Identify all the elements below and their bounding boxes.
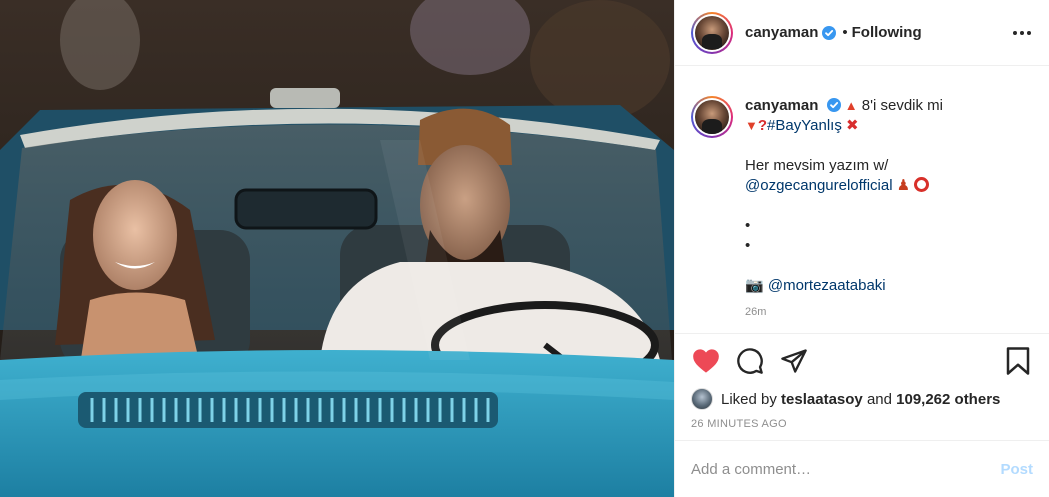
red-circle-icon <box>914 177 930 192</box>
likes-and: and <box>866 390 892 408</box>
post-side-panel: canyaman • Following canyaman ▲ 8'i sevd… <box>674 0 1049 497</box>
caption-time: 26m <box>745 306 767 318</box>
red-question-icon: ? <box>757 117 768 134</box>
liker-username[interactable]: teslaatasoy <box>781 391 863 408</box>
caption-line3: Her mevsim yazım w/ <box>745 157 889 174</box>
caption-line1: 8'i sevdik mi <box>861 97 943 114</box>
photo-convertible-car-illustration <box>0 0 674 497</box>
camera-icon: 📷 <box>745 277 764 294</box>
post-timestamp[interactable]: 26 MINUTES AGO <box>675 410 1049 440</box>
mention-link[interactable]: @ozgecangurelofficial <box>745 177 893 194</box>
hashtag-link[interactable]: #BayYanlış <box>767 117 842 134</box>
caption-body: canyaman ▲ 8'i sevdik mi ▼?#BayYanlış ✖ … <box>745 96 1033 322</box>
verified-badge-icon <box>822 25 837 40</box>
likes-count[interactable]: 109,262 others <box>896 391 1000 408</box>
caption-avatar[interactable] <box>691 96 733 138</box>
person-emoji-icon: ♟ <box>896 177 911 194</box>
heart-filled-icon[interactable] <box>691 346 721 376</box>
caption: canyaman ▲ 8'i sevdik mi ▼?#BayYanlış ✖ … <box>691 96 1033 322</box>
header-username[interactable]: canyaman <box>745 24 818 41</box>
liker-avatar[interactable] <box>691 388 713 410</box>
likes-prefix: Liked by <box>721 390 777 408</box>
likes-summary: Liked by teslaatasoy and 109,262 others <box>675 388 1049 410</box>
caption-bullet: • <box>745 217 751 234</box>
avatar[interactable] <box>691 11 733 54</box>
instagram-post-modal: canyaman • Following canyaman ▲ 8'i sevd… <box>0 0 1049 497</box>
post-photo[interactable] <box>0 0 674 497</box>
share-icon[interactable] <box>779 346 809 376</box>
verified-badge-icon <box>826 98 841 112</box>
caption-bullet: • <box>745 237 751 254</box>
photo-credit-link[interactable]: @mortezaatabaki <box>768 277 886 294</box>
comment-input[interactable] <box>691 460 1001 478</box>
post-comment-button[interactable]: Post <box>1000 461 1033 478</box>
cross-mark-icon: ✖ <box>845 117 859 134</box>
post-header: canyaman • Following <box>675 0 1049 66</box>
caption-username[interactable]: canyaman <box>745 97 818 114</box>
more-horizontal-icon[interactable] <box>1011 25 1033 41</box>
add-comment-bar: Post <box>675 440 1049 497</box>
comments-area[interactable]: canyaman ▲ 8'i sevdik mi ▼?#BayYanlış ✖ … <box>675 66 1049 333</box>
post-actions-section: Liked by teslaatasoy and 109,262 others … <box>675 333 1049 497</box>
following-button[interactable]: Following <box>852 24 922 41</box>
red-triangle-up-icon: ▲ <box>844 98 858 113</box>
comment-icon[interactable] <box>735 346 765 376</box>
header-separator: • <box>842 24 848 41</box>
action-bar <box>675 334 1049 388</box>
red-triangle-down-icon: ▼ <box>745 118 758 133</box>
bookmark-icon[interactable] <box>1003 346 1033 376</box>
